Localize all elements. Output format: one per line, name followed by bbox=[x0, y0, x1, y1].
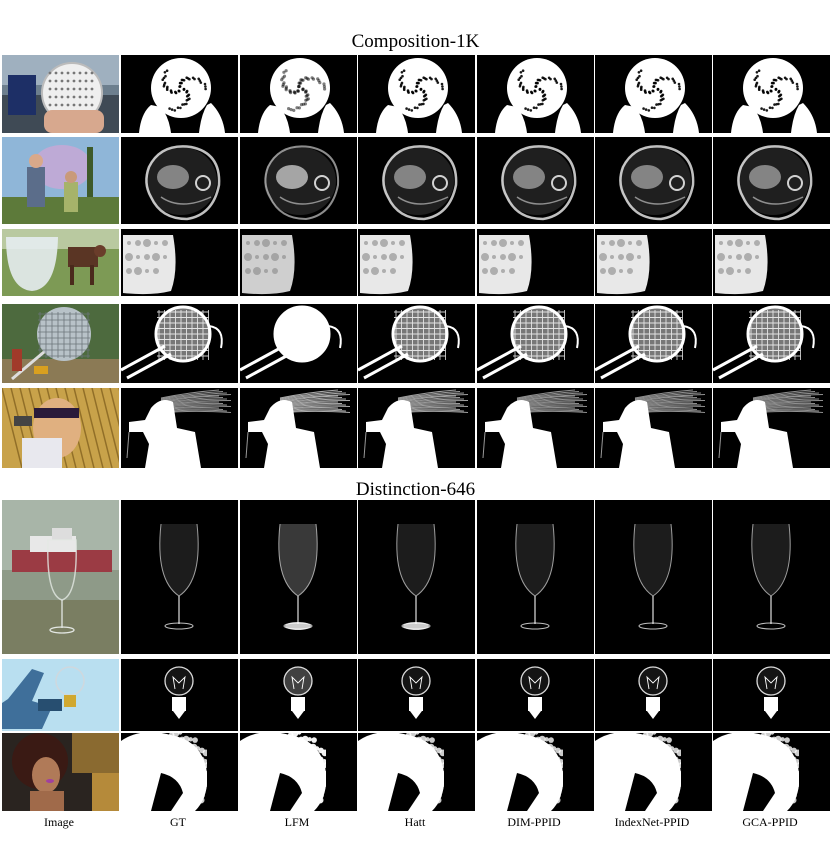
input-image-sieve bbox=[2, 304, 119, 383]
alpha-matte-dim-ppid-mesh-sphere bbox=[477, 55, 594, 133]
alpha-matte-indexnet-ppid-hair-dryer bbox=[595, 388, 712, 468]
alpha-matte-dim-ppid-wine-glass bbox=[477, 500, 594, 654]
column-label-image: Image bbox=[44, 815, 74, 829]
alpha-matte-dim-ppid-hair-dryer bbox=[477, 388, 594, 468]
alpha-matte-gt-curly-hair bbox=[121, 733, 238, 811]
alpha-matte-dim-ppid-curly-hair bbox=[477, 733, 594, 811]
input-image-wine-glass bbox=[2, 500, 119, 654]
alpha-matte-gca-ppid-hair-dryer bbox=[713, 388, 830, 468]
alpha-matte-indexnet-ppid-sieve bbox=[595, 304, 712, 383]
result-row-sieve bbox=[0, 304, 831, 383]
alpha-matte-dim-ppid-glass-bowl bbox=[477, 229, 594, 296]
result-row-light-bulb bbox=[0, 659, 831, 731]
alpha-matte-indexnet-ppid-curly-hair bbox=[595, 733, 712, 811]
column-label-dim-ppid: DIM-PPID bbox=[507, 815, 561, 829]
alpha-matte-hatt-sieve bbox=[358, 304, 475, 383]
alpha-matte-lfm-hair-dryer bbox=[240, 388, 357, 468]
input-image-glass-bowl bbox=[2, 229, 119, 296]
alpha-matte-gt-hair-dryer bbox=[121, 388, 238, 468]
alpha-matte-lfm-jellyfish bbox=[240, 137, 357, 224]
alpha-matte-hatt-curly-hair bbox=[358, 733, 475, 811]
alpha-matte-gt-sieve bbox=[121, 304, 238, 383]
section-title-composition-1k: Composition-1K bbox=[351, 31, 480, 52]
alpha-matte-hatt-hair-dryer bbox=[358, 388, 475, 468]
column-label-gt: GT bbox=[170, 815, 186, 829]
alpha-matte-lfm-curly-hair bbox=[240, 733, 357, 811]
input-image-light-bulb bbox=[2, 659, 119, 731]
input-image-mesh-sphere bbox=[2, 55, 119, 133]
alpha-matte-indexnet-ppid-glass-bowl bbox=[595, 229, 712, 296]
alpha-matte-hatt-light-bulb bbox=[358, 659, 475, 731]
result-row-glass-bowl bbox=[0, 229, 831, 296]
alpha-matte-gt-glass-bowl bbox=[121, 229, 238, 296]
column-label-lfm: LFM bbox=[284, 815, 310, 829]
input-image-hair-dryer bbox=[2, 388, 119, 468]
alpha-matte-gt-jellyfish bbox=[121, 137, 238, 224]
alpha-matte-gt-mesh-sphere bbox=[121, 55, 238, 133]
alpha-matte-lfm-glass-bowl bbox=[240, 229, 357, 296]
alpha-matte-dim-ppid-sieve bbox=[477, 304, 594, 383]
input-image-jellyfish bbox=[2, 137, 119, 224]
alpha-matte-dim-ppid-jellyfish bbox=[477, 137, 594, 224]
alpha-matte-indexnet-ppid-mesh-sphere bbox=[595, 55, 712, 133]
alpha-matte-hatt-wine-glass bbox=[358, 500, 475, 654]
alpha-matte-hatt-mesh-sphere bbox=[358, 55, 475, 133]
column-label-indexnet-ppid: IndexNet-PPID bbox=[614, 815, 690, 829]
section-title-distinction-646: Distinction-646 bbox=[355, 479, 476, 500]
result-row-hair-dryer bbox=[0, 388, 831, 468]
alpha-matte-dim-ppid-light-bulb bbox=[477, 659, 594, 731]
result-row-mesh-sphere bbox=[0, 55, 831, 133]
result-row-jellyfish bbox=[0, 137, 831, 224]
alpha-matte-gca-ppid-mesh-sphere bbox=[713, 55, 830, 133]
column-label-hatt: Hatt bbox=[404, 815, 426, 829]
alpha-matte-gt-wine-glass bbox=[121, 500, 238, 654]
alpha-matte-indexnet-ppid-jellyfish bbox=[595, 137, 712, 224]
column-label-gca-ppid: GCA-PPID bbox=[742, 815, 798, 829]
alpha-matte-lfm-wine-glass bbox=[240, 500, 357, 654]
alpha-matte-gca-ppid-wine-glass bbox=[713, 500, 830, 654]
alpha-matte-gca-ppid-glass-bowl bbox=[713, 229, 830, 296]
input-image-curly-hair bbox=[2, 733, 119, 811]
result-row-wine-glass bbox=[0, 500, 831, 654]
alpha-matte-hatt-jellyfish bbox=[358, 137, 475, 224]
alpha-matte-gca-ppid-light-bulb bbox=[713, 659, 830, 731]
alpha-matte-gca-ppid-curly-hair bbox=[713, 733, 830, 811]
alpha-matte-hatt-glass-bowl bbox=[358, 229, 475, 296]
alpha-matte-lfm-light-bulb bbox=[240, 659, 357, 731]
alpha-matte-indexnet-ppid-light-bulb bbox=[595, 659, 712, 731]
alpha-matte-lfm-sieve bbox=[240, 304, 357, 383]
alpha-matte-gca-ppid-sieve bbox=[713, 304, 830, 383]
alpha-matte-gt-light-bulb bbox=[121, 659, 238, 731]
alpha-matte-gca-ppid-jellyfish bbox=[713, 137, 830, 224]
alpha-matte-lfm-mesh-sphere bbox=[240, 55, 357, 133]
alpha-matte-indexnet-ppid-wine-glass bbox=[595, 500, 712, 654]
result-row-curly-hair bbox=[0, 733, 831, 811]
